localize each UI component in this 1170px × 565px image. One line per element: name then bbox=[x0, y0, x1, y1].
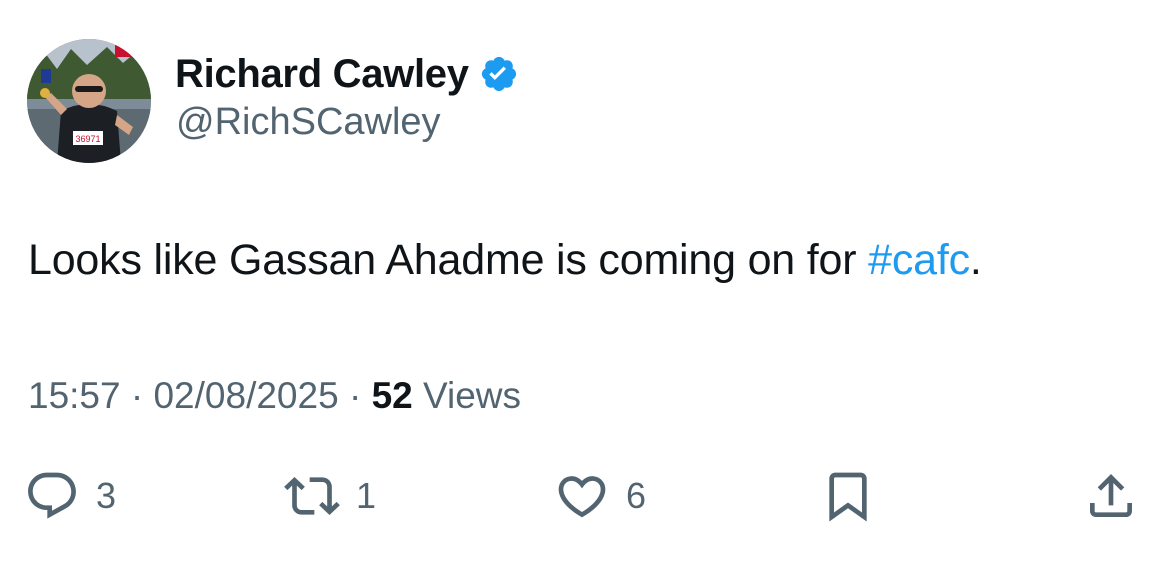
like-count: 6 bbox=[626, 475, 647, 516]
author-display-name[interactable]: Richard Cawley bbox=[175, 52, 469, 97]
verified-badge-icon bbox=[479, 54, 519, 94]
retweet-count: 1 bbox=[356, 475, 377, 516]
share-button[interactable] bbox=[1083, 468, 1139, 524]
reply-button[interactable]: 3 bbox=[24, 468, 116, 524]
views-label: Views bbox=[412, 375, 522, 416]
avatar[interactable]: 36971 bbox=[27, 39, 151, 163]
retweet-icon bbox=[284, 477, 340, 515]
share-icon bbox=[1090, 474, 1132, 517]
tweet-date[interactable]: 02/08/2025 bbox=[153, 375, 338, 416]
tweet-time[interactable]: 15:57 bbox=[28, 375, 121, 416]
tweet-metadata: 15:57 · 02/08/2025 · 52 Views bbox=[28, 375, 521, 417]
bookmark-icon bbox=[829, 472, 867, 522]
views-count: 52 bbox=[371, 375, 413, 416]
meta-separator: · bbox=[338, 375, 372, 416]
meta-separator: · bbox=[120, 375, 154, 416]
tweet-text: Looks like Gassan Ahadme is coming on fo… bbox=[28, 236, 982, 285]
bookmark-button[interactable] bbox=[820, 468, 876, 524]
tweet-trailing: . bbox=[969, 236, 982, 284]
bib-number: 36971 bbox=[75, 134, 100, 144]
retweet-button[interactable]: 1 bbox=[284, 468, 376, 524]
author-name-row: Richard Cawley bbox=[175, 48, 519, 100]
author-handle[interactable]: @RichSCawley bbox=[176, 101, 441, 144]
heart-icon bbox=[558, 476, 606, 518]
reply-icon bbox=[28, 472, 76, 519]
hashtag-link[interactable]: #cafc bbox=[868, 236, 970, 284]
profile-photo: 36971 bbox=[27, 39, 151, 163]
reply-count: 3 bbox=[96, 475, 117, 516]
like-button[interactable]: 6 bbox=[554, 468, 646, 524]
tweet-body: Looks like Gassan Ahadme is coming on fo… bbox=[28, 236, 869, 284]
